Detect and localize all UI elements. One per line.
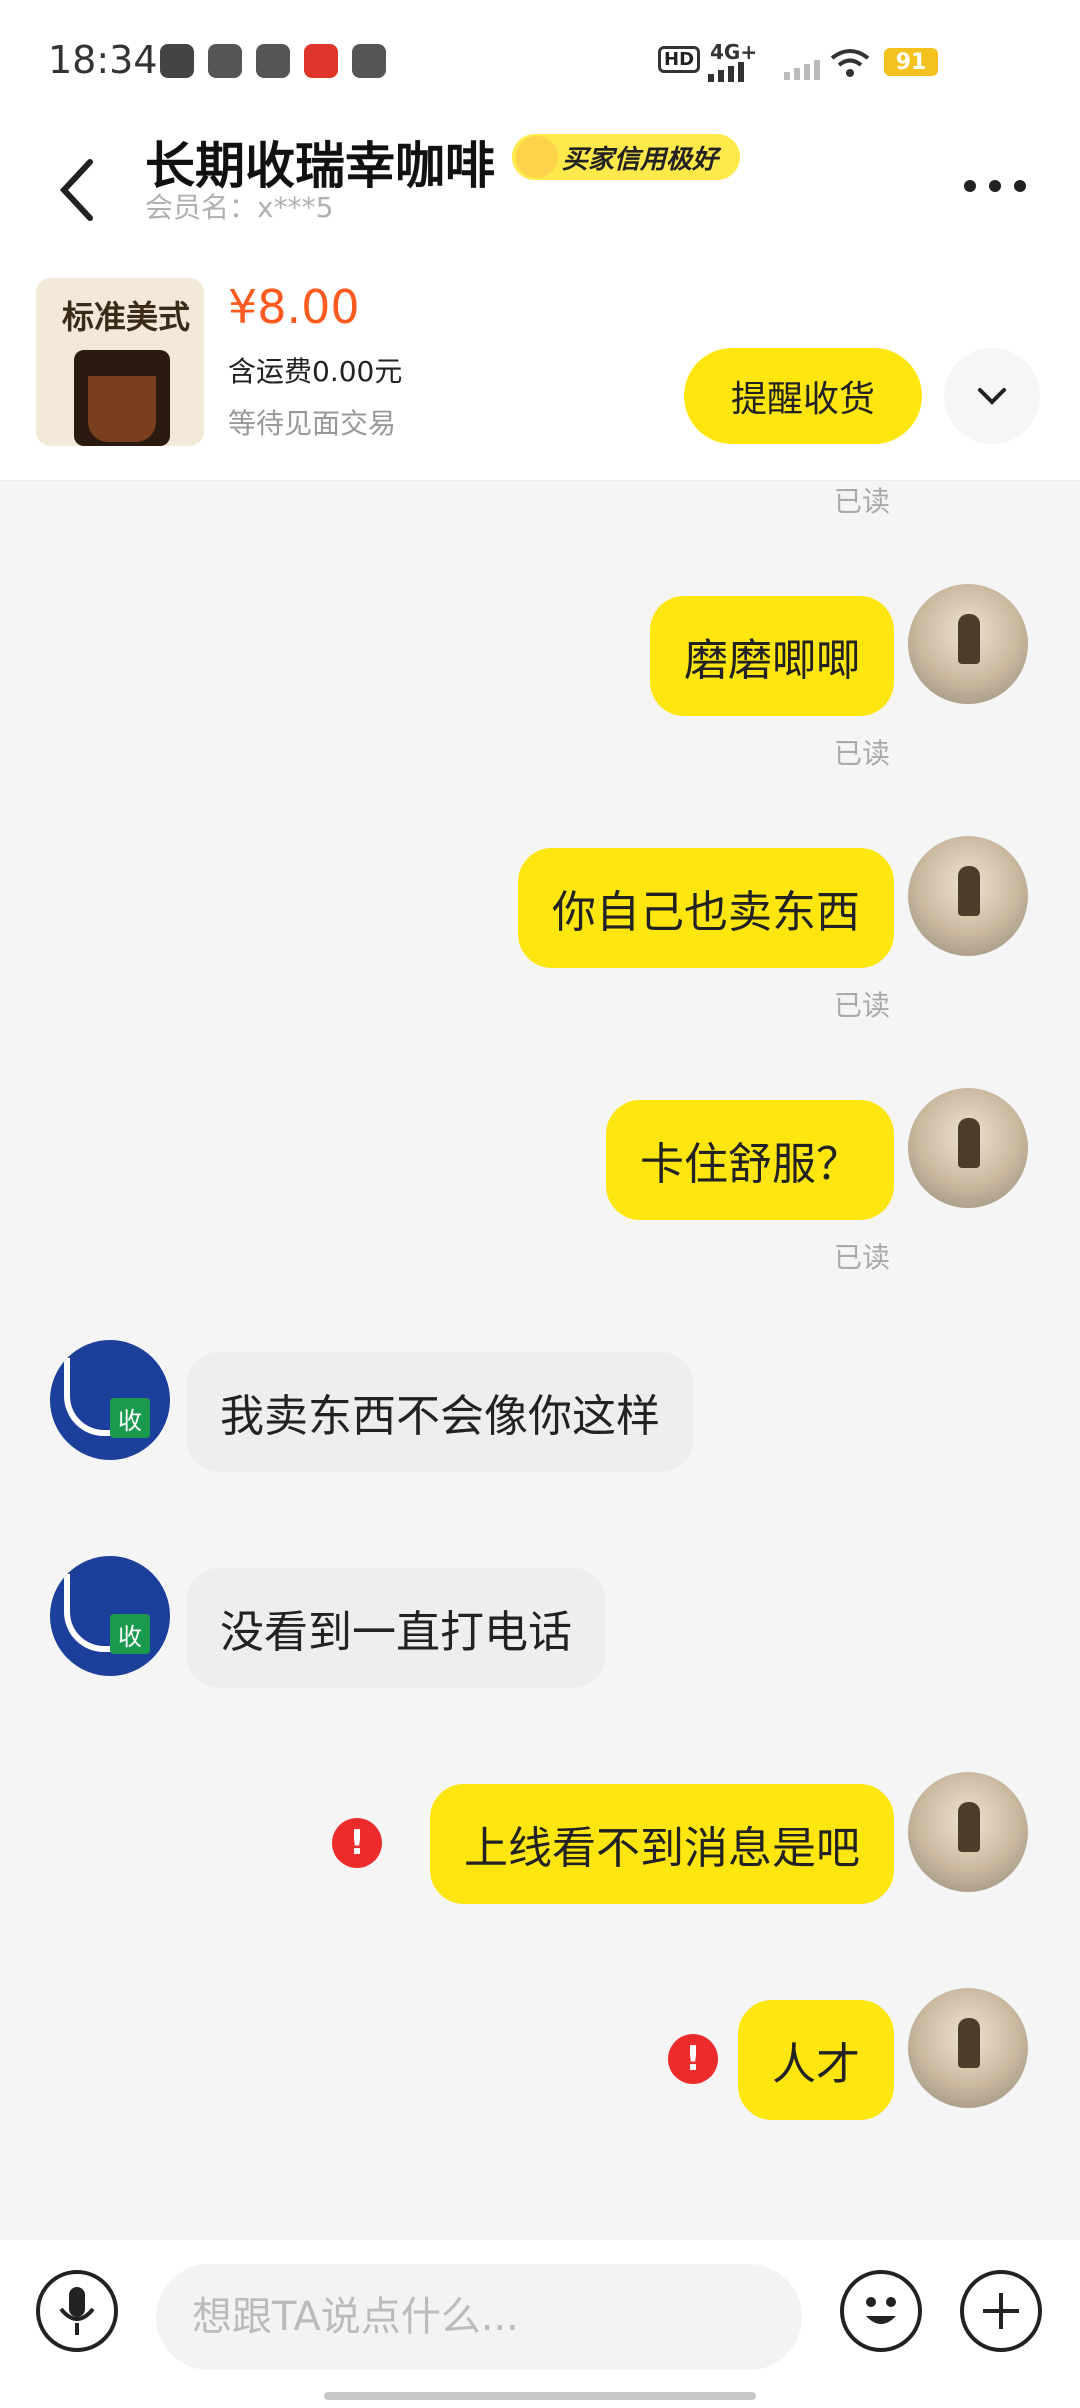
send-failed-icon[interactable]: ! [668, 2034, 718, 2084]
shopping-app-icon [304, 44, 338, 78]
hd-icon: HD [658, 46, 701, 73]
more-options-icon[interactable] [960, 160, 1030, 210]
message-bubble[interactable]: 磨磨唧唧 [650, 596, 894, 716]
shipping-fee: 含运费0.00元 [228, 355, 403, 388]
notification-icons [160, 44, 386, 78]
status-time: 18:34 [48, 38, 158, 82]
product-card[interactable]: 标准美式 ¥8.00 含运费0.00元 等待见面交易 提醒收货 [0, 260, 1080, 481]
remind-receive-button[interactable]: 提醒收货 [684, 348, 922, 444]
member-name: 会员名：x***5 [145, 191, 334, 224]
my-avatar[interactable] [908, 1772, 1028, 1892]
message-bubble[interactable]: 卡住舒服？ [606, 1100, 894, 1220]
chevron-down-icon [978, 388, 1006, 405]
battery-icon: 91 [884, 48, 938, 76]
credit-badge: 买家信用极好 [512, 134, 741, 180]
my-avatar[interactable] [908, 584, 1028, 704]
seller-avatar[interactable]: 收 [50, 1340, 170, 1460]
message-bubble[interactable]: 我卖东西不会像你这样 [186, 1352, 694, 1472]
signal-weak-icon [784, 60, 820, 80]
notification-app-icon [160, 44, 194, 78]
message-bubble[interactable]: 人才 [738, 2000, 894, 2120]
signal-icon [708, 62, 744, 82]
more-actions-button[interactable] [960, 2270, 1042, 2352]
plus-icon [983, 2293, 1019, 2329]
my-avatar[interactable] [908, 1088, 1028, 1208]
product-image[interactable]: 标准美式 [36, 278, 204, 446]
coffee-liquid-shape [88, 376, 156, 442]
send-failed-icon[interactable]: ! [332, 1818, 382, 1868]
alipay-icon [352, 44, 386, 78]
seller-avatar[interactable]: 收 [50, 1556, 170, 1676]
read-receipt: 已读 [834, 1241, 891, 1274]
trade-status: 等待见面交易 [228, 407, 397, 440]
message-bubble[interactable]: 你自己也卖东西 [518, 848, 894, 968]
microphone-icon [59, 2287, 95, 2335]
emoji-button[interactable] [840, 2270, 922, 2352]
my-avatar[interactable] [908, 1988, 1028, 2108]
message-icon [256, 44, 290, 78]
my-avatar[interactable] [908, 836, 1028, 956]
home-indicator[interactable] [324, 2392, 756, 2400]
smiley-icon [866, 2297, 896, 2324]
back-icon[interactable] [46, 150, 116, 230]
input-bar [0, 2240, 1080, 2408]
read-receipt: 已读 [834, 989, 891, 1022]
message-input[interactable] [156, 2264, 802, 2370]
expand-button[interactable] [944, 348, 1040, 444]
read-receipt: 已读 [834, 485, 891, 518]
chat-header: 长期收瑞幸咖啡 买家信用极好 会员名：x***5 [0, 120, 1080, 260]
message-bubble[interactable]: 没看到一直打电话 [186, 1568, 606, 1688]
smile-face-icon [516, 136, 558, 178]
status-bar: 18:34 HD 4G+ 91 [0, 0, 1080, 120]
qq-icon [208, 44, 242, 78]
voice-button[interactable] [36, 2270, 118, 2352]
read-receipt: 已读 [834, 737, 891, 770]
wifi-icon [830, 49, 870, 77]
product-price: ¥8.00 [228, 280, 360, 334]
message-bubble[interactable]: 上线看不到消息是吧 [430, 1784, 894, 1904]
